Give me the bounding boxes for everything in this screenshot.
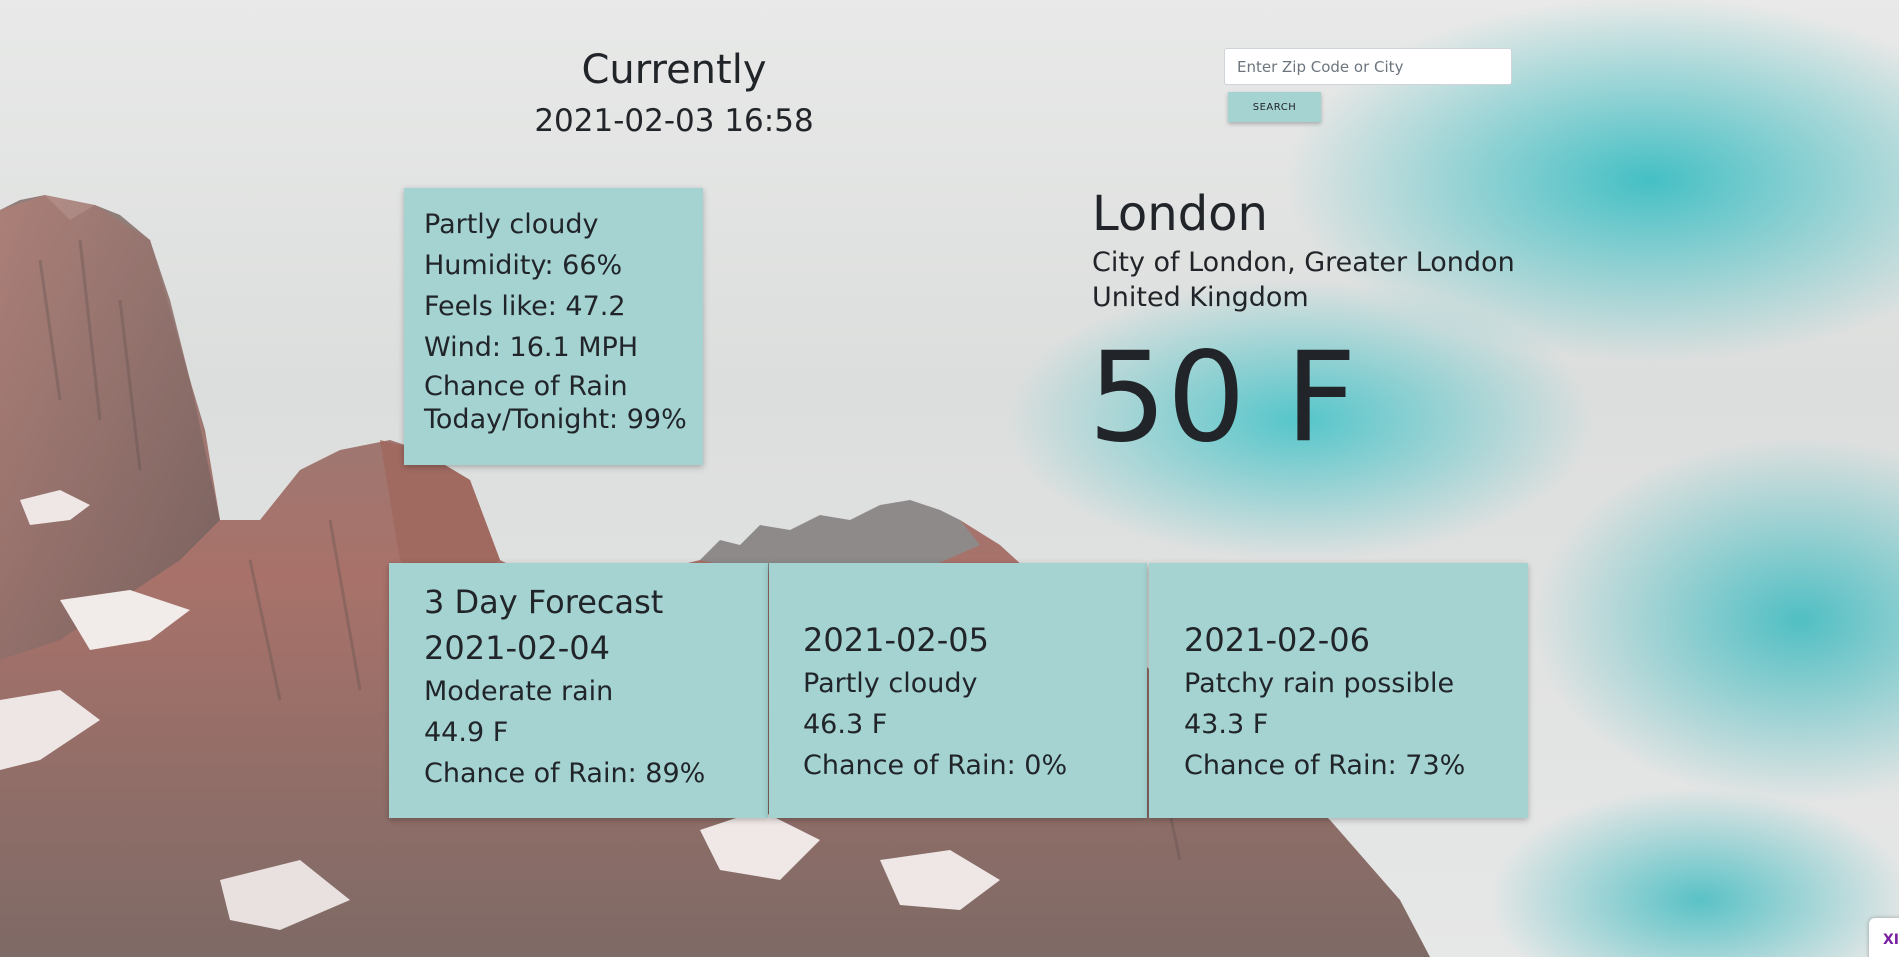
city-name: London — [1092, 186, 1268, 242]
forecast-card-day-3: 2021-02-06 Patchy rain possible 43.3 F C… — [1149, 563, 1528, 818]
forecast-date: 2021-02-06 — [1184, 621, 1370, 659]
current-temperature: 50 F — [1088, 326, 1357, 470]
forecast-card-day-2: 2021-02-05 Partly cloudy 46.3 F Chance o… — [769, 563, 1147, 818]
forecast-temp: 46.3 F — [803, 709, 888, 740]
chance-of-rain-value: Today/Tonight: 99% — [424, 404, 687, 435]
corner-badge[interactable]: XI — [1869, 918, 1899, 957]
current-condition: Partly cloudy — [424, 209, 599, 240]
country-name: United Kingdom — [1092, 282, 1309, 313]
search-input[interactable] — [1224, 48, 1512, 85]
feels-like-text: Feels like: 47.2 — [424, 291, 626, 322]
forecast-rain-chance: Chance of Rain: 89% — [424, 758, 706, 789]
chance-of-rain-label: Chance of Rain — [424, 371, 628, 402]
page-background: Currently 2021-02-03 16:58 SEARCH Partly… — [0, 0, 1899, 957]
current-heading: Currently — [581, 47, 767, 93]
current-details-card: Partly cloudy Humidity: 66% Feels like: … — [404, 188, 703, 465]
wind-text: Wind: 16.1 MPH — [424, 332, 639, 363]
forecast-date: 2021-02-04 — [424, 629, 610, 667]
current-datetime: 2021-02-03 16:58 — [534, 103, 814, 139]
forecast-temp: 44.9 F — [424, 717, 509, 748]
forecast-card-day-1: 3 Day Forecast 2021-02-04 Moderate rain … — [389, 563, 768, 818]
region-name: City of London, Greater London — [1092, 247, 1515, 278]
humidity-text: Humidity: 66% — [424, 250, 623, 281]
forecast-rain-chance: Chance of Rain: 0% — [803, 750, 1068, 781]
forecast-rain-chance: Chance of Rain: 73% — [1184, 750, 1466, 781]
forecast-condition: Moderate rain — [424, 676, 614, 707]
search-button[interactable]: SEARCH — [1228, 92, 1321, 122]
chance-of-rain-today: Chance of Rain Today/Tonight: 99% — [424, 370, 703, 436]
forecast-condition: Patchy rain possible — [1184, 668, 1455, 699]
forecast-condition: Partly cloudy — [803, 668, 978, 699]
forecast-temp: 43.3 F — [1184, 709, 1269, 740]
forecast-title: 3 Day Forecast — [424, 583, 664, 621]
forecast-date: 2021-02-05 — [803, 621, 989, 659]
location-panel: London City of London, Greater London Un… — [1088, 184, 1515, 468]
